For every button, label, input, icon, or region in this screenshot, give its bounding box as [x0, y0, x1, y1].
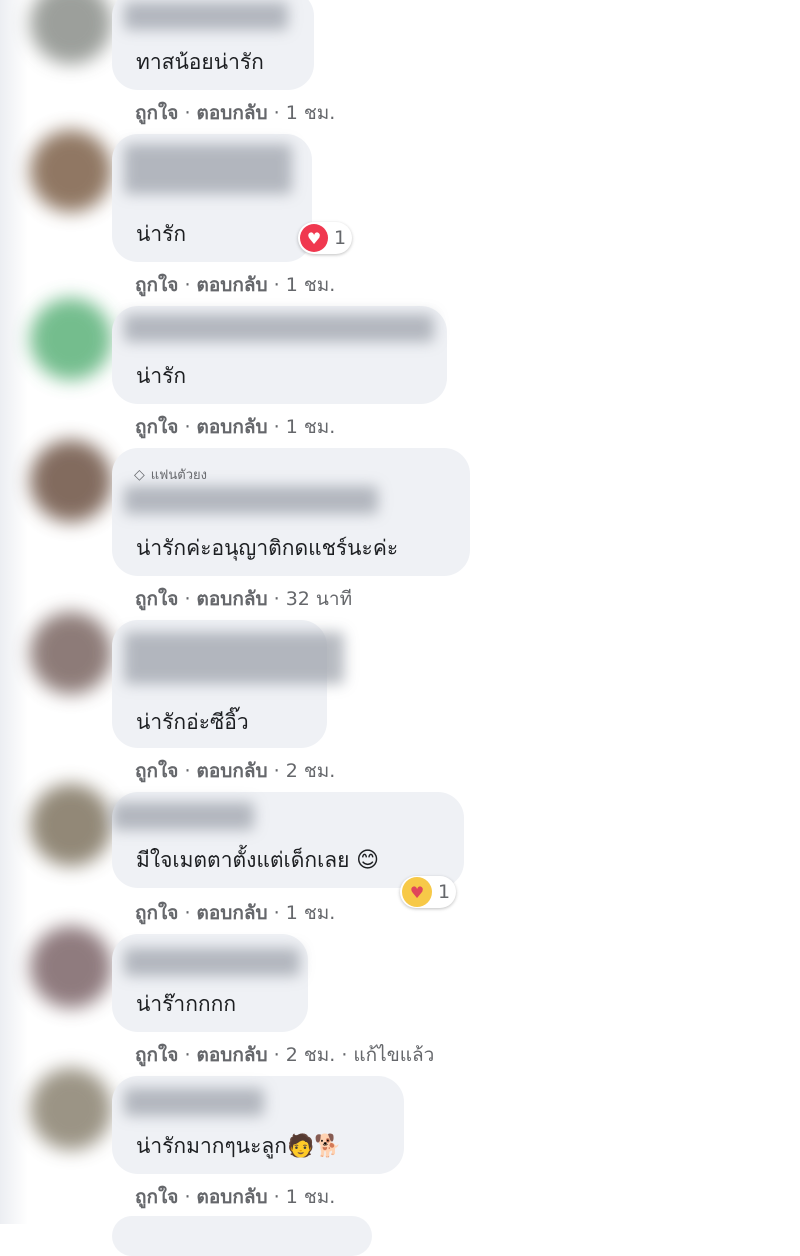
comment-text: น่ารักค่ะอนุญาติกดแชร์นะค่ะ [136, 536, 399, 560]
reaction-count: 1 [334, 227, 347, 249]
comment-text: น่าร๊ากกกก [136, 992, 237, 1016]
comment-meta: ถูกใจ · ตอบกลับ · 1 ชม. [135, 1186, 336, 1208]
commenter-name[interactable] [124, 314, 434, 342]
fan-badge: ◇ แฟนตัวยง [134, 464, 207, 485]
comment-bubble: น่ารัก [112, 306, 447, 404]
diamond-icon: ◇ [134, 466, 145, 483]
reply-link[interactable]: ตอบกลับ [197, 1044, 268, 1066]
edited-label[interactable]: แก้ไขแล้ว [353, 1044, 434, 1066]
comment-bubble: น่ารักมากๆนะลูก🧑🐕 [112, 1076, 404, 1174]
person-dog-emoji-icon: 🧑🐕 [287, 1134, 342, 1159]
comment-text: น่ารัก [136, 222, 187, 246]
like-link[interactable]: ถูกใจ [135, 588, 178, 610]
left-shadow [0, 0, 28, 1224]
commenter-name[interactable] [124, 144, 292, 194]
avatar[interactable] [30, 0, 112, 64]
smiling-face-icon: 😊 [356, 848, 380, 873]
commenter-name[interactable] [124, 486, 378, 514]
comment-meta: ถูกใจ · ตอบกลับ · 1 ชม. [135, 416, 336, 438]
like-link[interactable]: ถูกใจ [135, 102, 178, 124]
reaction-count: 1 [438, 881, 451, 903]
fan-badge-label: แฟนตัวยง [150, 468, 207, 483]
like-link[interactable]: ถูกใจ [135, 1186, 178, 1208]
comment-meta: ถูกใจ · ตอบกลับ · 1 ชม. [135, 102, 336, 124]
comment-time[interactable]: 1 ชม. [286, 902, 336, 924]
comment-meta: ถูกใจ · ตอบกลับ · 2 ชม. [135, 760, 336, 782]
avatar[interactable] [30, 440, 112, 522]
comment-text: น่ารักมากๆนะลูก🧑🐕 [136, 1130, 342, 1163]
comment-text: น่ารักอ่ะซีอิ๊ว [136, 710, 249, 734]
commenter-name[interactable] [124, 1088, 264, 1116]
like-link[interactable]: ถูกใจ [135, 760, 178, 782]
comment-time[interactable]: 1 ชม. [286, 416, 336, 438]
like-link[interactable]: ถูกใจ [135, 274, 178, 296]
reaction-badge[interactable]: ♥ 1 [400, 876, 457, 908]
comment-meta: ถูกใจ · ตอบกลับ · 32 นาที [135, 588, 353, 610]
avatar[interactable] [30, 130, 112, 212]
reply-link[interactable]: ตอบกลับ [197, 902, 268, 924]
comment-text: ทาสน้อยน่ารัก [136, 50, 264, 74]
comment-time[interactable]: 2 ชม. [286, 760, 336, 782]
comment-time[interactable]: 2 ชม. [286, 1044, 336, 1066]
avatar[interactable] [30, 298, 112, 380]
comment-meta: ถูกใจ · ตอบกลับ · 2 ชม. · แก้ไขแล้ว [135, 1044, 435, 1066]
reply-link[interactable]: ตอบกลับ [197, 102, 268, 124]
comment-time[interactable]: 1 ชม. [286, 274, 336, 296]
comment-text: น่ารัก [136, 364, 187, 388]
avatar[interactable] [30, 784, 112, 866]
comment-meta: ถูกใจ · ตอบกลับ · 1 ชม. [135, 902, 336, 924]
like-link[interactable]: ถูกใจ [135, 416, 178, 438]
comment-time[interactable]: 1 ชม. [286, 102, 336, 124]
avatar[interactable] [30, 1068, 112, 1150]
commenter-name[interactable] [124, 948, 300, 976]
comment-bubble-partial [112, 1216, 372, 1256]
heart-reaction-icon: ♥ [300, 224, 328, 252]
commenter-name[interactable] [124, 632, 344, 684]
comment-meta: ถูกใจ · ตอบกลับ · 1 ชม. [135, 274, 336, 296]
commenter-name[interactable] [112, 802, 254, 830]
comment-time[interactable]: 1 ชม. [286, 1186, 336, 1208]
avatar[interactable] [30, 926, 112, 1008]
commenter-name[interactable] [124, 2, 288, 30]
comment-time[interactable]: 32 นาที [286, 588, 352, 610]
reply-link[interactable]: ตอบกลับ [197, 760, 268, 782]
reply-link[interactable]: ตอบกลับ [197, 416, 268, 438]
comment-text-content: มีใจเมตตาตั้งแต่เด็กเลย [136, 848, 350, 872]
reply-link[interactable]: ตอบกลับ [197, 274, 268, 296]
avatar[interactable] [30, 612, 112, 694]
comment-text-content: น่ารักมากๆนะลูก [136, 1134, 287, 1158]
comment-bubble: น่าร๊ากกกก [112, 934, 308, 1032]
comment-bubble: น่ารัก [112, 134, 312, 262]
reaction-badge[interactable]: ♥ 1 [298, 222, 353, 254]
comment-bubble: ทาสน้อยน่ารัก [112, 0, 314, 90]
reply-link[interactable]: ตอบกลับ [197, 588, 268, 610]
comment-bubble: ◇ แฟนตัวยง น่ารักค่ะอนุญาติกดแชร์นะค่ะ [112, 448, 470, 576]
comment-bubble: น่ารักอ่ะซีอิ๊ว [112, 620, 344, 748]
like-link[interactable]: ถูกใจ [135, 1044, 178, 1066]
comment-bubble: มีใจเมตตาตั้งแต่เด็กเลย 😊 [112, 792, 464, 888]
care-reaction-icon: ♥ [402, 877, 432, 907]
comment-text: มีใจเมตตาตั้งแต่เด็กเลย 😊 [136, 844, 379, 877]
reply-link[interactable]: ตอบกลับ [197, 1186, 268, 1208]
like-link[interactable]: ถูกใจ [135, 902, 178, 924]
